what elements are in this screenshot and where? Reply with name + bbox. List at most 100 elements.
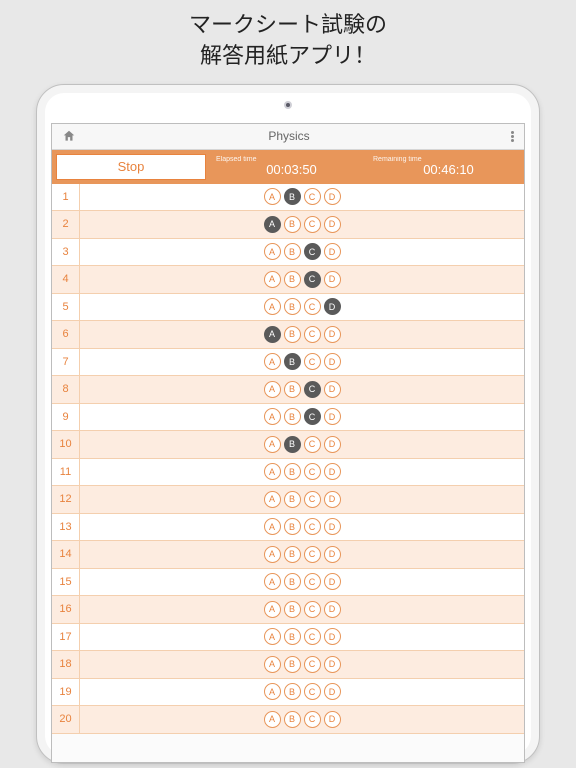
- option-bubble-c[interactable]: C: [304, 601, 321, 618]
- question-number: 2: [52, 211, 80, 238]
- option-bubble-d[interactable]: D: [324, 353, 341, 370]
- question-number: 11: [52, 459, 80, 486]
- option-bubble-c[interactable]: C: [304, 353, 321, 370]
- option-bubble-c[interactable]: C: [304, 573, 321, 590]
- option-bubble-a[interactable]: A: [264, 656, 281, 673]
- bubble-group: ABCD: [80, 216, 524, 233]
- option-bubble-a[interactable]: A: [264, 188, 281, 205]
- more-icon[interactable]: [502, 130, 514, 143]
- option-bubble-a[interactable]: A: [264, 601, 281, 618]
- option-bubble-b[interactable]: B: [284, 188, 301, 205]
- option-bubble-a[interactable]: A: [264, 628, 281, 645]
- option-bubble-c[interactable]: C: [304, 518, 321, 535]
- option-bubble-b[interactable]: B: [284, 491, 301, 508]
- option-bubble-b[interactable]: B: [284, 546, 301, 563]
- option-bubble-d[interactable]: D: [324, 711, 341, 728]
- option-bubble-d[interactable]: D: [324, 216, 341, 233]
- option-bubble-a[interactable]: A: [264, 463, 281, 480]
- option-bubble-c[interactable]: C: [304, 436, 321, 453]
- option-bubble-d[interactable]: D: [324, 243, 341, 260]
- bubble-group: ABCD: [80, 656, 524, 673]
- bubble-group: ABCD: [80, 601, 524, 618]
- option-bubble-b[interactable]: B: [284, 353, 301, 370]
- option-bubble-d[interactable]: D: [324, 518, 341, 535]
- option-bubble-b[interactable]: B: [284, 408, 301, 425]
- option-bubble-d[interactable]: D: [324, 188, 341, 205]
- option-bubble-a[interactable]: A: [264, 491, 281, 508]
- option-bubble-d[interactable]: D: [324, 601, 341, 618]
- option-bubble-a[interactable]: A: [264, 683, 281, 700]
- option-bubble-c[interactable]: C: [304, 381, 321, 398]
- option-bubble-a[interactable]: A: [264, 243, 281, 260]
- option-bubble-b[interactable]: B: [284, 381, 301, 398]
- option-bubble-c[interactable]: C: [304, 326, 321, 343]
- option-bubble-d[interactable]: D: [324, 298, 341, 315]
- option-bubble-c[interactable]: C: [304, 628, 321, 645]
- option-bubble-b[interactable]: B: [284, 216, 301, 233]
- option-bubble-b[interactable]: B: [284, 326, 301, 343]
- option-bubble-c[interactable]: C: [304, 656, 321, 673]
- option-bubble-c[interactable]: C: [304, 711, 321, 728]
- question-number: 15: [52, 569, 80, 596]
- stop-button[interactable]: Stop: [56, 154, 206, 180]
- option-bubble-d[interactable]: D: [324, 463, 341, 480]
- option-bubble-c[interactable]: C: [304, 408, 321, 425]
- option-bubble-a[interactable]: A: [264, 271, 281, 288]
- option-bubble-d[interactable]: D: [324, 656, 341, 673]
- option-bubble-d[interactable]: D: [324, 573, 341, 590]
- option-bubble-b[interactable]: B: [284, 628, 301, 645]
- question-number: 4: [52, 266, 80, 293]
- option-bubble-d[interactable]: D: [324, 326, 341, 343]
- option-bubble-d[interactable]: D: [324, 436, 341, 453]
- option-bubble-c[interactable]: C: [304, 188, 321, 205]
- option-bubble-c[interactable]: C: [304, 243, 321, 260]
- question-number: 8: [52, 376, 80, 403]
- option-bubble-d[interactable]: D: [324, 683, 341, 700]
- option-bubble-c[interactable]: C: [304, 683, 321, 700]
- option-bubble-a[interactable]: A: [264, 436, 281, 453]
- remaining-label: Remaining time: [373, 156, 524, 163]
- home-icon[interactable]: [62, 129, 76, 143]
- option-bubble-c[interactable]: C: [304, 271, 321, 288]
- option-bubble-b[interactable]: B: [284, 573, 301, 590]
- option-bubble-a[interactable]: A: [264, 546, 281, 563]
- option-bubble-c[interactable]: C: [304, 491, 321, 508]
- option-bubble-b[interactable]: B: [284, 518, 301, 535]
- question-number: 7: [52, 349, 80, 376]
- question-row: 1ABCD: [52, 184, 524, 212]
- option-bubble-d[interactable]: D: [324, 491, 341, 508]
- option-bubble-b[interactable]: B: [284, 656, 301, 673]
- option-bubble-d[interactable]: D: [324, 271, 341, 288]
- option-bubble-b[interactable]: B: [284, 436, 301, 453]
- option-bubble-d[interactable]: D: [324, 628, 341, 645]
- question-row: 17ABCD: [52, 624, 524, 652]
- question-number: 10: [52, 431, 80, 458]
- option-bubble-d[interactable]: D: [324, 546, 341, 563]
- option-bubble-a[interactable]: A: [264, 573, 281, 590]
- option-bubble-a[interactable]: A: [264, 711, 281, 728]
- option-bubble-d[interactable]: D: [324, 381, 341, 398]
- option-bubble-c[interactable]: C: [304, 463, 321, 480]
- option-bubble-b[interactable]: B: [284, 298, 301, 315]
- promo-line-2: 解答用紙アプリ！: [0, 41, 576, 72]
- option-bubble-b[interactable]: B: [284, 683, 301, 700]
- option-bubble-b[interactable]: B: [284, 711, 301, 728]
- question-number: 3: [52, 239, 80, 266]
- option-bubble-c[interactable]: C: [304, 546, 321, 563]
- bubble-group: ABCD: [80, 408, 524, 425]
- option-bubble-d[interactable]: D: [324, 408, 341, 425]
- option-bubble-a[interactable]: A: [264, 353, 281, 370]
- option-bubble-b[interactable]: B: [284, 243, 301, 260]
- option-bubble-b[interactable]: B: [284, 601, 301, 618]
- option-bubble-a[interactable]: A: [264, 381, 281, 398]
- option-bubble-c[interactable]: C: [304, 298, 321, 315]
- option-bubble-b[interactable]: B: [284, 271, 301, 288]
- option-bubble-a[interactable]: A: [264, 326, 281, 343]
- option-bubble-a[interactable]: A: [264, 518, 281, 535]
- option-bubble-c[interactable]: C: [304, 216, 321, 233]
- option-bubble-a[interactable]: A: [264, 408, 281, 425]
- remaining-value: 00:46:10: [373, 162, 524, 177]
- option-bubble-a[interactable]: A: [264, 298, 281, 315]
- option-bubble-a[interactable]: A: [264, 216, 281, 233]
- option-bubble-b[interactable]: B: [284, 463, 301, 480]
